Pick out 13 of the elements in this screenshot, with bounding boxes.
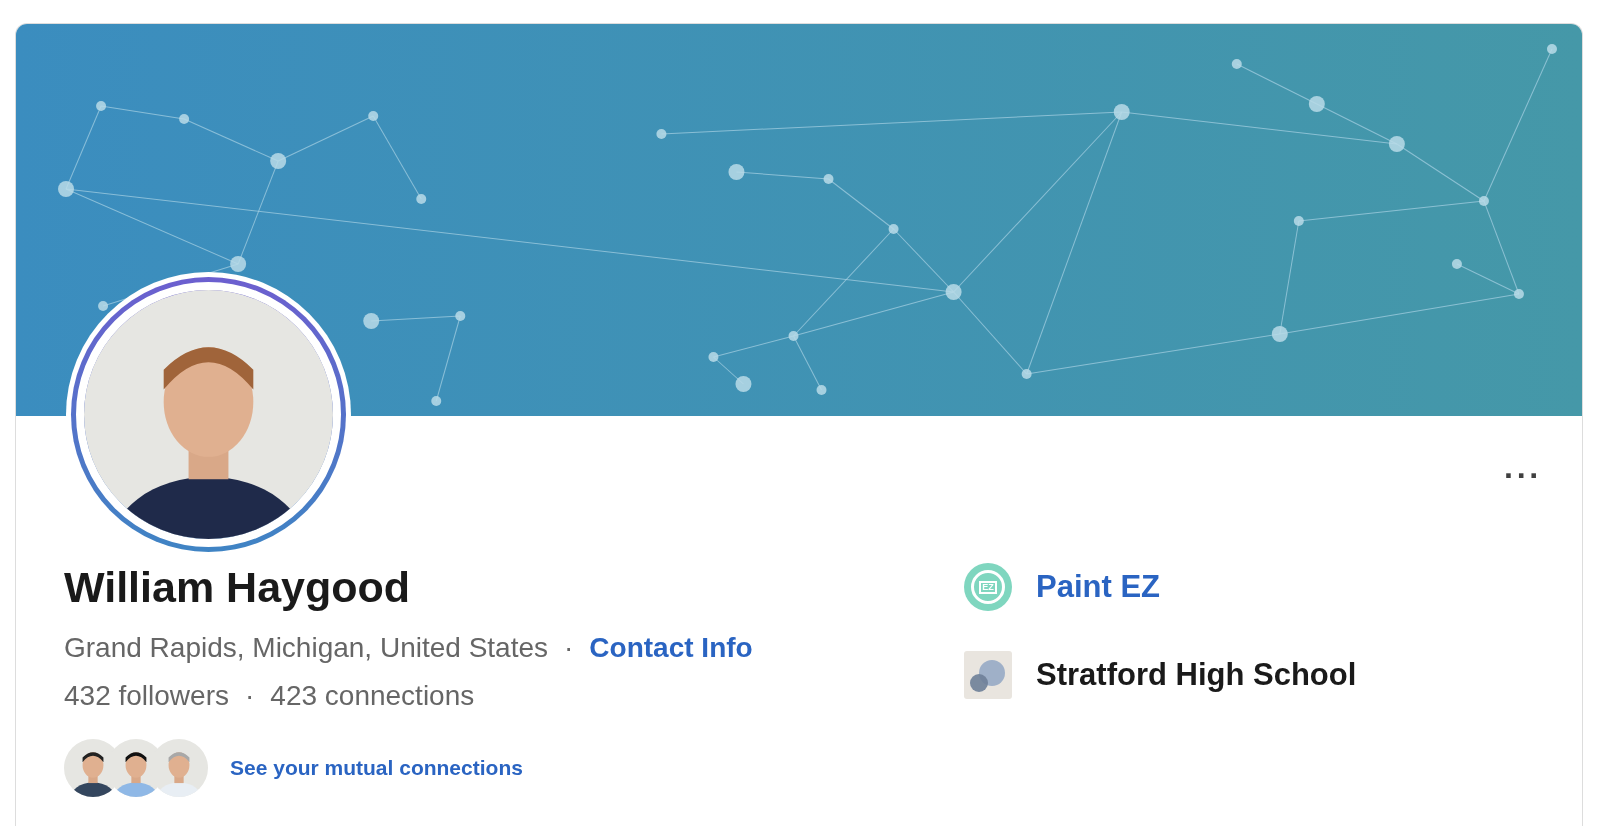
brush-logo-icon: EZ: [964, 563, 1012, 611]
connections-text: 423 connections: [270, 679, 475, 713]
separator-text: ·: [245, 679, 255, 713]
profile-name: William Haygood: [64, 562, 411, 613]
more-button[interactable]: ···: [1504, 459, 1542, 491]
mutual-connections-link[interactable]: See your mutual connections: [230, 752, 523, 784]
affiliation-link[interactable]: Stratford High School: [1036, 651, 1357, 699]
separator-text: ·: [564, 631, 574, 665]
location-text: Grand Rapids, Michigan, United States: [64, 631, 549, 665]
affiliation-link[interactable]: Paint EZ: [1036, 563, 1160, 611]
school-logo-icon: [964, 651, 1012, 699]
followers-text: 432 followers: [64, 679, 229, 713]
contact-info-link[interactable]: Contact Info: [589, 627, 753, 669]
